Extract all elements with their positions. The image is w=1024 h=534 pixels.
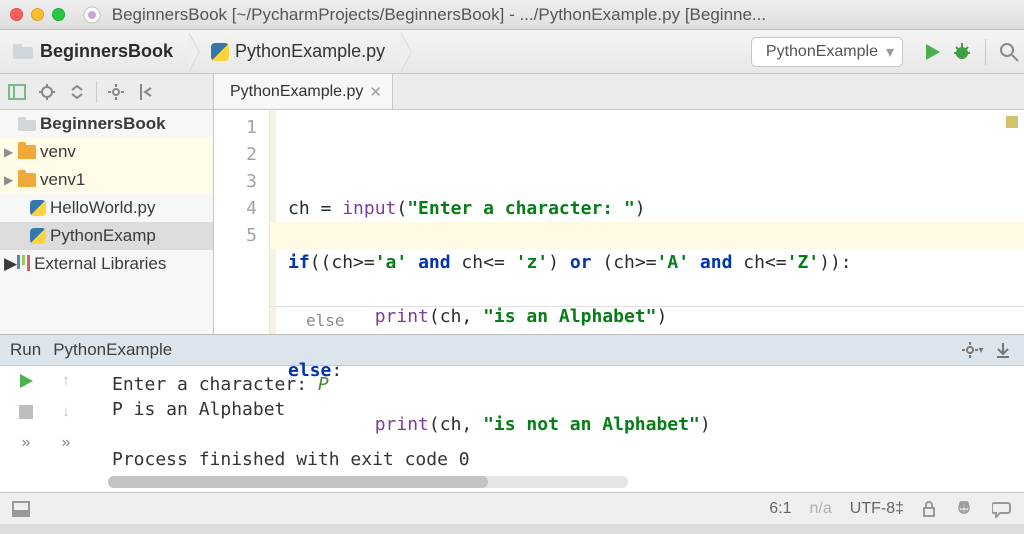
separator	[96, 81, 97, 103]
editor-tab[interactable]: PythonExample.py ✕	[214, 74, 393, 109]
folder-icon	[18, 173, 36, 187]
tree-item-label: PythonExamp	[50, 226, 156, 246]
chevron-right-icon: ▶	[4, 254, 17, 274]
run-config-name: PythonExample	[53, 340, 172, 360]
run-button[interactable]	[917, 42, 947, 62]
window-controls	[10, 8, 65, 21]
chevron-down-icon: ▾	[886, 42, 894, 62]
line-number: 5	[214, 222, 257, 249]
tab-label: PythonExample.py	[230, 83, 363, 101]
run-title-prefix: Run	[10, 340, 41, 360]
tool-window-quick-access-icon[interactable]	[12, 501, 30, 517]
breadcrumb-file[interactable]: PythonExample.py	[189, 30, 401, 73]
tree-item-label: HelloWorld.py	[50, 198, 156, 218]
close-tab-icon[interactable]: ✕	[369, 83, 382, 101]
horizontal-scrollbar[interactable]	[108, 476, 628, 488]
project-view-icon[interactable]	[6, 84, 28, 100]
libraries-icon	[17, 254, 30, 274]
tree-item-pythonexample[interactable]: PythonExamp	[0, 222, 213, 250]
separator	[985, 39, 986, 65]
tree-item-label: venv1	[40, 170, 85, 190]
line-gutter: 1 2 3 4 5	[214, 110, 270, 334]
chevron-right-icon: ▶	[4, 145, 18, 159]
code-area[interactable]: ch = input("Enter a character: ") if((ch…	[270, 110, 1024, 334]
titlebar: BeginnersBook [~/PycharmProjects/Beginne…	[0, 0, 1024, 30]
collapse-icon[interactable]	[66, 84, 88, 100]
window-title: BeginnersBook [~/PycharmProjects/Beginne…	[112, 5, 766, 24]
nav-bar: BeginnersBook PythonExample.py PythonExa…	[0, 30, 1024, 74]
run-tool-gutter: » ↑ ↓ »	[0, 366, 108, 492]
search-everywhere-button[interactable]	[994, 41, 1024, 63]
tree-project-root[interactable]: BeginnersBook	[0, 110, 213, 138]
editor[interactable]: 1 2 3 4 5 ch = input("Enter a character:…	[214, 110, 1024, 334]
rerun-button[interactable]	[17, 372, 35, 390]
tree-item-venv[interactable]: ▶ venv	[0, 138, 213, 166]
warning-stripe	[1006, 116, 1018, 128]
tree-item-label: venv	[40, 142, 76, 162]
tree-project-label: BeginnersBook	[40, 114, 166, 134]
more-icon[interactable]: »	[62, 434, 71, 452]
down-arrow-icon[interactable]: ↓	[62, 403, 70, 420]
folder-icon	[12, 43, 34, 61]
tree-external-label: External Libraries	[34, 254, 166, 274]
python-file-icon	[211, 43, 229, 61]
minimize-window-button[interactable]	[31, 8, 44, 21]
chevron-right-icon: ▶	[4, 173, 18, 187]
run-config-dropdown[interactable]: PythonExample ▾	[751, 37, 903, 67]
tree-external-libraries[interactable]: ▶ External Libraries	[0, 250, 213, 278]
app-icon	[83, 6, 101, 24]
run-config-name: PythonExample	[766, 43, 878, 61]
more-icon[interactable]: »	[22, 434, 31, 452]
breadcrumb-root-label: BeginnersBook	[40, 41, 173, 62]
breadcrumb-root[interactable]: BeginnersBook	[0, 30, 189, 73]
line-number: 1	[214, 114, 257, 141]
line-number: 2	[214, 141, 257, 168]
locate-icon[interactable]	[36, 84, 58, 100]
project-tree[interactable]: BeginnersBook ▶ venv ▶ venv1 HelloWorld.…	[0, 110, 214, 334]
breadcrumb-file-label: PythonExample.py	[235, 41, 385, 62]
folder-icon	[18, 145, 36, 159]
debug-button[interactable]	[947, 41, 977, 63]
scrollbar-thumb[interactable]	[108, 476, 488, 488]
python-file-icon	[30, 200, 46, 216]
current-line-highlight	[270, 222, 1024, 249]
line-number: 3	[214, 168, 257, 195]
python-file-icon	[30, 228, 46, 244]
project-toolbar: PythonExample.py ✕	[0, 74, 1024, 110]
hide-panel-icon[interactable]	[135, 84, 157, 100]
tree-item-venv1[interactable]: ▶ venv1	[0, 166, 213, 194]
stop-button[interactable]	[18, 404, 34, 420]
gear-icon[interactable]	[105, 84, 127, 100]
up-arrow-icon[interactable]: ↑	[62, 372, 70, 389]
console-line: Process finished with exit code 0	[112, 447, 1024, 472]
tree-item-helloworld[interactable]: HelloWorld.py	[0, 194, 213, 222]
zoom-window-button[interactable]	[52, 8, 65, 21]
close-window-button[interactable]	[10, 8, 23, 21]
line-number: 4	[214, 195, 257, 222]
folder-icon	[18, 117, 36, 131]
main-area: BeginnersBook ▶ venv ▶ venv1 HelloWorld.…	[0, 110, 1024, 334]
